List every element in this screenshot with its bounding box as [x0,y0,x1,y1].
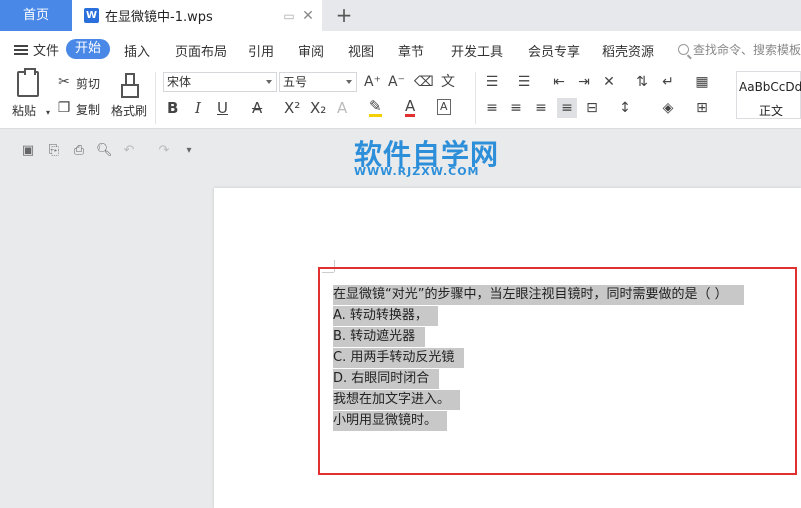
chevron-down-icon [346,80,352,84]
scissors-icon: ✂ [58,74,70,90]
sort-icon[interactable]: ⇅ [634,74,650,90]
paste-dropdown-icon[interactable]: ▾ [40,105,56,121]
print-icon[interactable]: ⎙ [71,143,87,159]
ribbon-divider [155,72,156,124]
search-icon [678,44,689,55]
tab-chapter[interactable]: 章节 [398,41,424,60]
align-right-icon[interactable]: ≡ [533,100,549,116]
customize-toolbar-icon[interactable]: ▾ [181,143,197,159]
highlight-frame [318,267,797,475]
tab-reference[interactable]: 引用 [248,41,274,60]
numbered-list-icon[interactable]: ☰ [516,74,532,90]
cut-button[interactable]: 剪切 [76,75,100,92]
export-pdf-icon[interactable]: ⎘ [46,143,62,159]
increase-indent-icon[interactable]: ⇥ [576,74,592,90]
hamburger-icon [14,44,28,55]
highlight-icon[interactable]: ✎ [369,99,382,117]
show-marks-icon[interactable]: ↵ [660,74,676,90]
superscript-icon[interactable]: X² [284,99,300,117]
decrease-indent-icon[interactable]: ⇤ [551,74,567,90]
font-name-select[interactable]: 宋体 [163,72,277,92]
font-color-icon[interactable]: A [405,99,416,117]
eraser-icon[interactable]: ⌫ [414,74,434,90]
close-tab-icon[interactable]: ✕ [300,8,316,24]
copy-button[interactable]: 复制 [76,101,100,118]
wps-writer-icon: W [84,8,99,23]
document-tab-title: 在显微镜中-1.wps [105,10,213,25]
bullet-list-icon[interactable]: ☰ [484,74,500,90]
font-name-value: 宋体 [167,75,192,89]
tab-bar: 首页 W 在显微镜中-1.wps ▭ ✕ + [0,0,801,31]
align-center-icon[interactable]: ≡ [508,100,524,116]
tab-home[interactable]: 首页 [0,0,72,31]
new-tab-button[interactable]: + [333,4,355,26]
search-placeholder: 查找命令、搜索模板 [693,43,801,57]
underline-icon[interactable]: U [217,99,228,117]
undo-icon[interactable]: ↶ [121,143,137,159]
align-left-icon[interactable]: ≡ [484,100,500,116]
shrink-font-icon[interactable]: A⁻ [388,74,405,90]
command-search[interactable]: 查找命令、搜索模板 [678,41,801,58]
strikethrough-icon[interactable]: A [252,99,262,117]
tab-review[interactable]: 审阅 [298,41,324,60]
phonetic-guide-icon[interactable]: 文 [440,74,456,90]
bold-icon[interactable]: B [167,99,178,117]
save-icon[interactable]: ▣ [20,143,36,159]
style-normal[interactable]: AaBbCcDd 正文 [736,71,801,119]
text-effect-icon[interactable]: A [337,99,347,117]
grow-font-icon[interactable]: A⁺ [364,74,381,90]
tab-start[interactable]: 开始 [66,39,110,59]
file-menu[interactable]: 文件 [14,40,59,59]
ribbon-divider [475,72,476,124]
format-painter-icon[interactable] [121,73,139,98]
chevron-down-icon [266,80,272,84]
tab-view[interactable]: 视图 [348,41,374,60]
font-size-value: 五号 [283,75,308,89]
redo-icon[interactable]: ↷ [156,143,172,159]
chinese-layout-icon[interactable]: ✕ [601,74,617,90]
file-menu-label: 文件 [33,44,60,59]
tab-developer[interactable]: 开发工具 [451,41,503,60]
table-icon[interactable]: ▦ [694,74,710,90]
tab-docer[interactable]: 稻壳资源 [602,41,654,60]
paste-icon[interactable] [17,68,39,97]
line-spacing-icon[interactable]: ↕ [617,100,633,116]
style-name: 正文 [759,104,784,118]
font-size-select[interactable]: 五号 [279,72,357,92]
print-preview-icon[interactable]: 🔍︎ [96,143,113,159]
justify-icon[interactable]: ≡ [557,98,577,118]
format-painter-button[interactable]: 格式刷 [111,102,147,119]
border-icon[interactable]: ⊞ [694,100,710,116]
style-sample: AaBbCcDd [739,80,801,94]
watermark-url: WWW.RJZXW.COM [354,165,480,178]
italic-icon[interactable]: I [195,99,201,117]
char-border-icon[interactable]: A [437,99,451,115]
shading-icon[interactable]: ◈ [660,100,676,116]
tab-document[interactable]: W 在显微镜中-1.wps ▭ ✕ [72,0,322,31]
tab-member[interactable]: 会员专享 [528,41,580,60]
distribute-icon[interactable]: ⊟ [584,100,600,116]
paste-button[interactable]: 粘贴 [12,102,36,119]
tab-page-layout[interactable]: 页面布局 [175,41,227,60]
tab-insert[interactable]: 插入 [124,41,150,60]
subscript-icon[interactable]: X₂ [310,99,326,117]
window-mode-icon[interactable]: ▭ [282,9,296,23]
copy-icon: ❐ [57,100,71,116]
menu-bar: 文件 开始 插入 页面布局 引用 审阅 视图 章节 开发工具 会员专享 稻壳资源… [0,31,801,67]
